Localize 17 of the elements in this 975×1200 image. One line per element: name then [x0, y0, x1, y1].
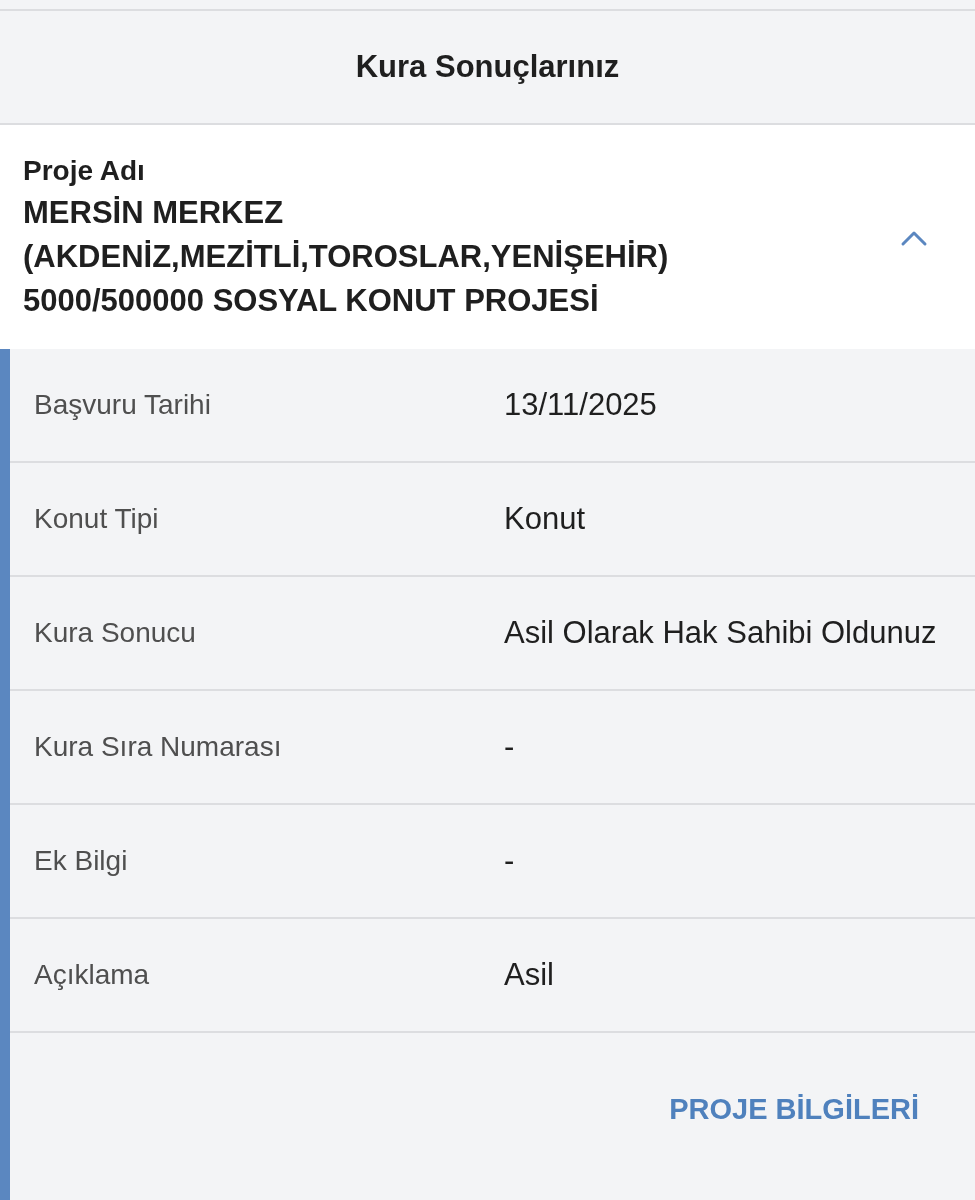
field-value: Asil Olarak Hak Sahibi Oldunuz — [504, 614, 938, 652]
project-name: MERSİN MERKEZ (AKDENİZ,MEZİTLİ,TOROSLAR,YENİŞEHİR) 5000/500000 SOSYAL KONUT PROJESİ — [23, 194, 670, 320]
project-info-button[interactable]: PROJE BİLGİLERİ — [669, 1089, 919, 1130]
field-label: Ek Bilgi — [34, 844, 129, 878]
page-title: Kura Sonuçlarınız — [354, 48, 621, 86]
field-value: 13/11/2025 — [504, 386, 658, 424]
chevron-icon[interactable] — [899, 229, 929, 247]
field-value: - — [504, 728, 516, 766]
field-value: Asil — [504, 956, 555, 994]
field-value: - — [504, 842, 516, 880]
field-label: Konut Tipi — [34, 502, 160, 536]
field-value: Konut — [504, 500, 586, 538]
field-label: Başvuru Tarihi — [34, 388, 212, 422]
field-label: Kura Sıra Numarası — [34, 730, 283, 764]
project-label: Proje Adı — [23, 154, 146, 188]
field-label: Kura Sonucu — [34, 616, 197, 650]
field-label: Açıklama — [34, 958, 151, 992]
